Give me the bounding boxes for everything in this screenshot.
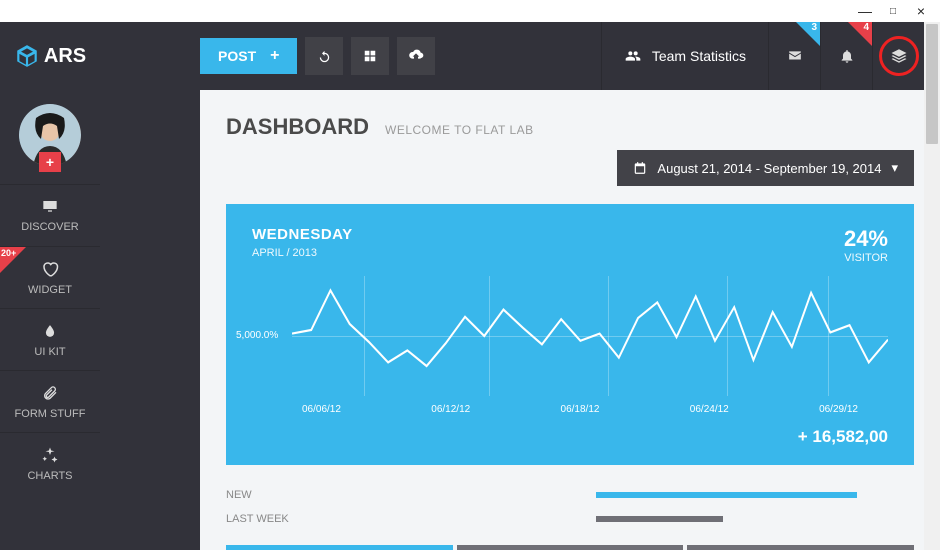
window-titlebar: — □ × — [0, 0, 940, 22]
page-subtitle: WELCOME TO FLAT LAB — [385, 123, 534, 137]
scrollbar-thumb[interactable] — [926, 24, 938, 144]
team-statistics-link[interactable]: Team Statistics — [601, 22, 768, 90]
metrics-block: NEW LAST WEEK — [226, 483, 914, 531]
mail-badge-count: 3 — [811, 22, 817, 33]
refresh-icon — [317, 49, 332, 64]
metric-lastweek-label: LAST WEEK — [226, 513, 596, 525]
chart-gridline-h — [292, 336, 888, 337]
layers-button[interactable] — [872, 22, 924, 90]
metric-new: NEW — [226, 483, 914, 507]
sidebar-item-label: FORM STUFF — [15, 408, 86, 420]
chart-xlabels: 06/06/1206/12/1206/18/1206/24/1206/29/12 — [292, 404, 888, 415]
chart-panel: WEDNESDAY APRIL / 2013 24% VISITOR 5,000… — [226, 204, 914, 465]
window-minimize-button[interactable]: — — [856, 2, 874, 20]
date-range-button[interactable]: August 21, 2014 - September 19, 2014 ▾ — [617, 150, 914, 186]
metric-new-label: NEW — [226, 489, 596, 501]
window-maximize-button[interactable]: □ — [884, 2, 902, 20]
sparkle-icon — [40, 446, 60, 464]
metric-new-bar — [596, 492, 857, 498]
chart-ylabel: 5,000.0% — [236, 330, 278, 341]
main-content: DASHBOARD WELCOME TO FLAT LAB August 21,… — [200, 90, 940, 550]
chart-month: APRIL / 2013 — [252, 247, 353, 259]
bell-badge-count: 4 — [863, 22, 869, 33]
sidebar-item-uikit[interactable]: UI KIT — [0, 308, 100, 370]
topbar: ARS POST + Team Statistics 3 4 — [0, 22, 924, 90]
page-title: DASHBOARD — [226, 114, 369, 140]
sidebar-item-label: CHARTS — [27, 470, 72, 482]
chart-percent-label: VISITOR — [844, 252, 888, 264]
grid-button[interactable] — [351, 37, 389, 75]
chart-day: WEDNESDAY — [252, 226, 353, 243]
tab-returning[interactable]: RETURNING — [457, 545, 684, 550]
refresh-button[interactable] — [305, 37, 343, 75]
logo-text: ARS — [44, 45, 86, 68]
sidebar-item-charts[interactable]: CHARTS — [0, 432, 100, 494]
window-close-button[interactable]: × — [912, 2, 930, 20]
sidebar-item-label: WIDGET — [28, 284, 72, 296]
tab-last-week[interactable]: LAST WEEK — [687, 545, 914, 550]
avatar-container[interactable]: + — [19, 104, 81, 166]
logo[interactable]: ARS — [0, 22, 100, 90]
post-button[interactable]: POST + — [200, 38, 297, 74]
chart-area: 5,000.0% — [292, 276, 888, 396]
sidebar-item-formstuff[interactable]: FORM STUFF — [0, 370, 100, 432]
grid-icon — [363, 49, 377, 63]
mail-button[interactable]: 3 — [768, 22, 820, 90]
droplet-icon — [43, 322, 57, 340]
metric-lastweek: LAST WEEK — [226, 507, 914, 531]
post-button-label: POST — [218, 48, 256, 64]
avatar-add-badge[interactable]: + — [39, 152, 61, 172]
caret-down-icon: ▾ — [891, 160, 898, 176]
logo-icon — [14, 43, 40, 69]
visitor-tabs: NEW VISITORS RETURNING LAST WEEK — [226, 545, 914, 550]
heart-icon — [40, 260, 60, 278]
date-range-label: August 21, 2014 - September 19, 2014 — [657, 161, 881, 176]
widget-badge-text: 20+ — [1, 248, 16, 258]
users-icon — [624, 48, 642, 64]
sidebar-item-label: UI KIT — [34, 346, 65, 358]
envelope-icon — [786, 49, 804, 63]
scrollbar[interactable] — [924, 22, 940, 550]
sidebar-item-label: DISCOVER — [21, 221, 78, 233]
sidebar-item-discover[interactable]: DISCOVER — [0, 184, 100, 246]
chart-percent: 24% — [844, 226, 888, 252]
plus-icon: + — [270, 47, 279, 65]
paperclip-icon — [42, 384, 58, 402]
monitor-icon — [39, 199, 61, 215]
calendar-icon — [633, 161, 647, 175]
bell-icon — [839, 47, 855, 65]
metric-lastweek-bar — [596, 516, 723, 522]
notifications-button[interactable]: 4 — [820, 22, 872, 90]
cloud-button[interactable] — [397, 37, 435, 75]
chart-total: + 16,582,00 — [252, 427, 888, 447]
tab-new-visitors[interactable]: NEW VISITORS — [226, 545, 453, 550]
cloud-upload-icon — [408, 48, 424, 64]
sidebar: + DISCOVER 20+ WIDGET UI KIT FORM STUFF … — [0, 22, 100, 550]
sidebar-item-widget[interactable]: 20+ WIDGET — [0, 246, 100, 308]
team-statistics-label: Team Statistics — [652, 48, 746, 64]
layers-icon — [890, 47, 908, 65]
